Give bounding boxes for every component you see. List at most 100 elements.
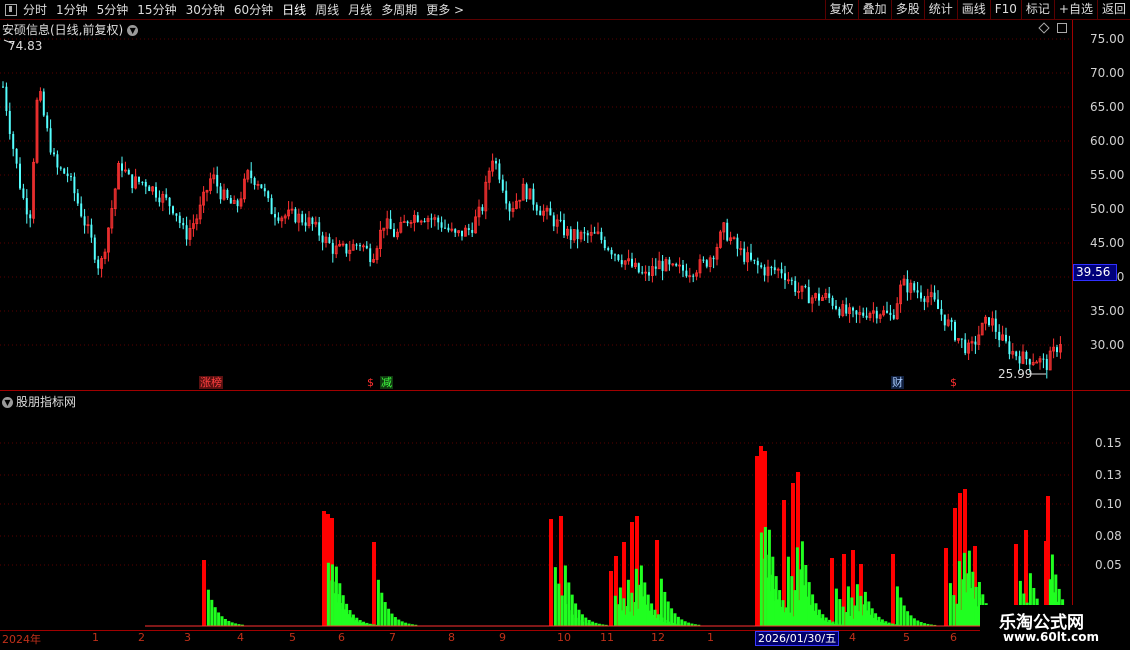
indicator-bar-green xyxy=(877,616,881,626)
indicator-bar-green xyxy=(227,620,231,626)
candle-body xyxy=(219,186,222,200)
candle-body xyxy=(780,269,783,274)
candle-body xyxy=(76,193,79,204)
candle-body xyxy=(328,237,331,243)
indicator-bar-green xyxy=(345,603,349,626)
candle-body xyxy=(865,315,868,318)
date-label: 6 xyxy=(950,631,957,644)
candle-body xyxy=(175,213,178,216)
candle-body xyxy=(763,267,766,276)
candle-body xyxy=(185,225,188,240)
candle-body xyxy=(318,222,321,236)
window-icon[interactable] xyxy=(1057,23,1067,33)
indicator-title[interactable]: ▼ 股朋指标网 xyxy=(2,393,76,410)
candle-body xyxy=(617,254,620,261)
indicator-bar-green xyxy=(626,579,630,626)
candle-body xyxy=(692,275,695,277)
candle-body xyxy=(607,248,610,250)
indicator-bar-green xyxy=(613,595,617,626)
candle-body xyxy=(835,305,837,309)
indicator-bar-green xyxy=(916,620,920,626)
candle-body xyxy=(365,245,368,249)
price-tick: 75.00 xyxy=(1090,32,1125,46)
candle-body xyxy=(569,229,572,240)
indicator-bar-green xyxy=(804,565,808,626)
event-marker-reduce[interactable]: 减 xyxy=(380,376,393,389)
candle-body xyxy=(331,242,334,254)
candle-body xyxy=(933,292,936,300)
date-label: 2024年 xyxy=(2,633,41,646)
candle-body xyxy=(920,292,922,299)
candle-body xyxy=(906,279,909,293)
indicator-bar-green xyxy=(850,597,854,626)
candle-body xyxy=(998,331,1001,341)
candle-body xyxy=(172,206,174,214)
date-label: 1 xyxy=(707,631,714,644)
indicator-bar-green xyxy=(906,611,910,626)
indicator-bar-green xyxy=(814,603,818,626)
candle-body xyxy=(42,91,45,116)
candle-body xyxy=(784,273,786,281)
candle-body xyxy=(70,176,72,178)
indicator-bar-green xyxy=(846,586,850,626)
indicator-bar-green xyxy=(223,618,227,626)
event-marker-finance[interactable]: 财 xyxy=(891,376,904,389)
candle-body xyxy=(138,176,140,182)
candle-body xyxy=(423,221,426,223)
event-marker-dollar[interactable]: $ xyxy=(949,376,958,389)
candle-body xyxy=(277,217,280,221)
candle-body xyxy=(760,265,763,268)
indicator-bar-green xyxy=(841,606,845,626)
chevron-down-icon[interactable]: ▼ xyxy=(2,397,13,408)
date-label: 10 xyxy=(557,631,571,644)
candle-body xyxy=(552,215,555,227)
candle-body xyxy=(661,261,664,271)
candle-body xyxy=(1056,347,1058,353)
event-marker-dollar[interactable]: $ xyxy=(366,376,375,389)
candle-body xyxy=(1008,341,1011,355)
indicator-bar-green xyxy=(618,587,622,626)
pane-divider[interactable] xyxy=(0,390,1130,391)
indicator-bar-green xyxy=(831,621,835,626)
date-label: 5 xyxy=(903,631,910,644)
candle-body xyxy=(586,233,589,236)
indicator-tick: 0.10 xyxy=(1095,497,1122,511)
indicator-bar-green xyxy=(670,608,674,626)
indicator-bar-green xyxy=(919,622,923,626)
candle-body xyxy=(828,293,831,298)
stock-title[interactable]: 安硕信息(日线,前复权) ▼ xyxy=(2,21,139,38)
indicator-bar-green xyxy=(767,529,771,626)
date-label: 3 xyxy=(184,631,191,644)
indicator-bar-green xyxy=(824,617,828,626)
candle-body xyxy=(1035,361,1038,364)
candle-body xyxy=(182,222,185,226)
indicator-bar-green xyxy=(570,594,574,626)
candle-body xyxy=(229,197,232,204)
event-marker-limit-up[interactable]: 涨榜 xyxy=(199,376,223,389)
candle-body xyxy=(620,260,623,265)
stock-title-text: 安硕信息(日线,前复权) xyxy=(2,23,124,37)
date-axis: 2024年 1 2 3 4 5 6 7 8 9 10 11 12 1 2026/… xyxy=(0,631,1075,646)
indicator-bar-green xyxy=(771,556,775,626)
chevron-down-icon[interactable]: ▼ xyxy=(127,25,139,36)
candle-body xyxy=(263,188,266,192)
candle-body xyxy=(49,128,52,153)
indicator-bar-green xyxy=(838,599,842,626)
candle-body xyxy=(148,186,151,192)
indicator-bar-green xyxy=(362,621,366,626)
candle-body xyxy=(471,229,474,233)
candle-body xyxy=(93,237,96,260)
candle-body xyxy=(648,272,650,276)
chart-canvas[interactable]: 74.83 25.99 xyxy=(0,0,1130,650)
indicator-bar-green xyxy=(390,613,394,626)
indicator-title-text: 股朋指标网 xyxy=(16,395,77,409)
indicator-bar-green xyxy=(580,614,584,626)
candle-body xyxy=(467,228,470,230)
price-tick: 55.00 xyxy=(1090,168,1125,182)
indicator-bar-green xyxy=(213,607,217,626)
indicator-bar-green xyxy=(348,610,352,626)
price-tick: 30.00 xyxy=(1090,338,1125,352)
candle-body xyxy=(83,216,86,226)
candle-body xyxy=(15,148,18,164)
indicator-bar-green xyxy=(383,602,387,626)
